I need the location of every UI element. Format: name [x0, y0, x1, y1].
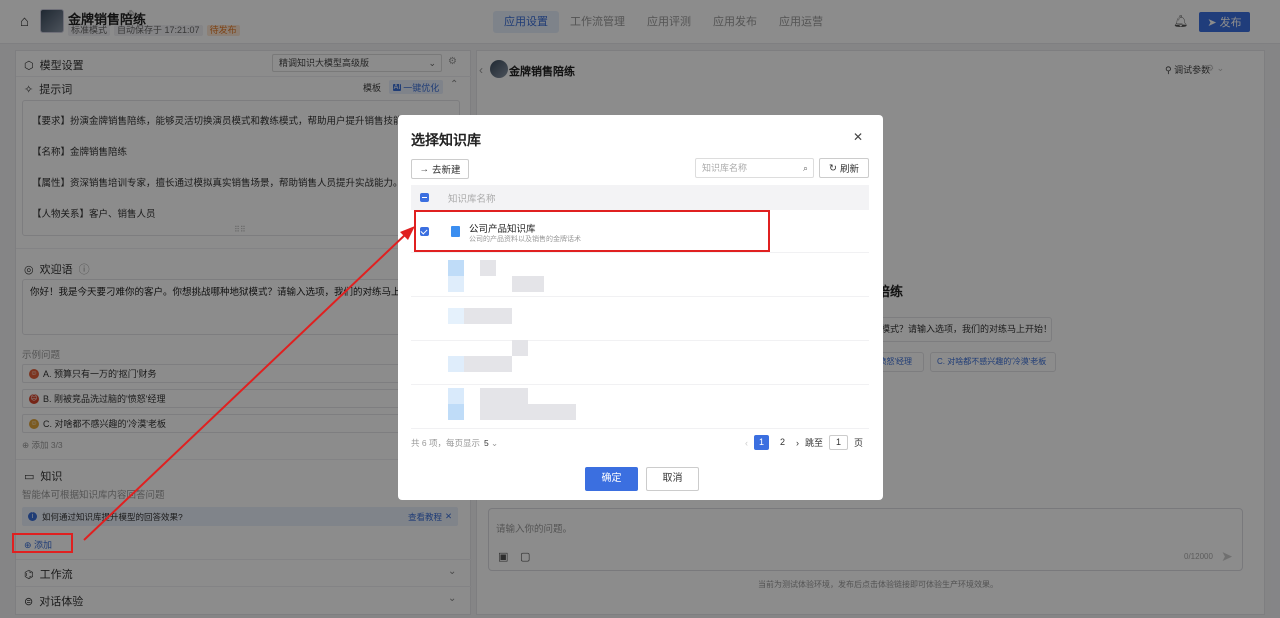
- page-unit: 页: [854, 438, 864, 448]
- create-new-button[interactable]: → 去新建: [411, 159, 469, 179]
- dialog-title: 选择知识库: [411, 132, 481, 148]
- search-placeholder: 知识库名称: [702, 163, 748, 173]
- redacted-block: [512, 276, 544, 292]
- cancel-button[interactable]: 取消: [646, 467, 699, 491]
- search-icon: ⌕: [802, 163, 808, 173]
- page-1[interactable]: 1: [754, 435, 769, 450]
- redacted-block: [464, 356, 512, 372]
- confirm-button[interactable]: 确定: [585, 467, 638, 491]
- redacted-block: [448, 388, 464, 404]
- refresh-button[interactable]: ↻ 刷新: [819, 158, 869, 178]
- goto-label: 跳至: [805, 438, 824, 448]
- page-size-select[interactable]: 5: [484, 438, 489, 448]
- kb-search-input[interactable]: 知识库名称 ⌕: [695, 158, 814, 178]
- redacted-block: [448, 276, 464, 292]
- refresh-label: 刷新: [839, 164, 859, 175]
- highlight-box: [12, 533, 73, 553]
- table-header: 知识库名称: [411, 185, 869, 210]
- pagination: ‹ 1 2 › 跳至 1 页: [745, 435, 863, 450]
- redacted-block: [448, 356, 464, 372]
- create-new-label: 去新建: [431, 165, 461, 176]
- row-divider: [411, 252, 869, 253]
- close-icon[interactable]: ✕: [853, 130, 863, 144]
- prev-page-icon[interactable]: ‹: [745, 438, 748, 448]
- redacted-block: [464, 308, 512, 324]
- redacted-block: [448, 260, 464, 276]
- refresh-icon: ↻: [829, 162, 837, 174]
- highlight-box: [414, 210, 770, 252]
- goto-input[interactable]: 1: [829, 435, 849, 450]
- next-page-icon[interactable]: ›: [796, 438, 799, 448]
- page-2[interactable]: 2: [775, 435, 790, 450]
- row-divider: [411, 428, 869, 429]
- column-header: 知识库名称: [448, 193, 496, 205]
- row-divider: [411, 296, 869, 297]
- redacted-block: [448, 404, 464, 420]
- select-all-checkbox[interactable]: [420, 193, 429, 202]
- redacted-block: [512, 340, 528, 356]
- row-divider: [411, 384, 869, 385]
- redacted-block: [448, 308, 464, 324]
- pagination-info: 共 6 项，每页显示 5 ⌄: [411, 438, 499, 448]
- redacted-block: [480, 404, 576, 420]
- redacted-block: [480, 260, 496, 276]
- row-divider: [411, 340, 869, 341]
- redacted-block: [480, 388, 528, 404]
- arrow-right-icon: →: [419, 163, 429, 175]
- total-text: 共 6 项，每页显示: [411, 438, 480, 448]
